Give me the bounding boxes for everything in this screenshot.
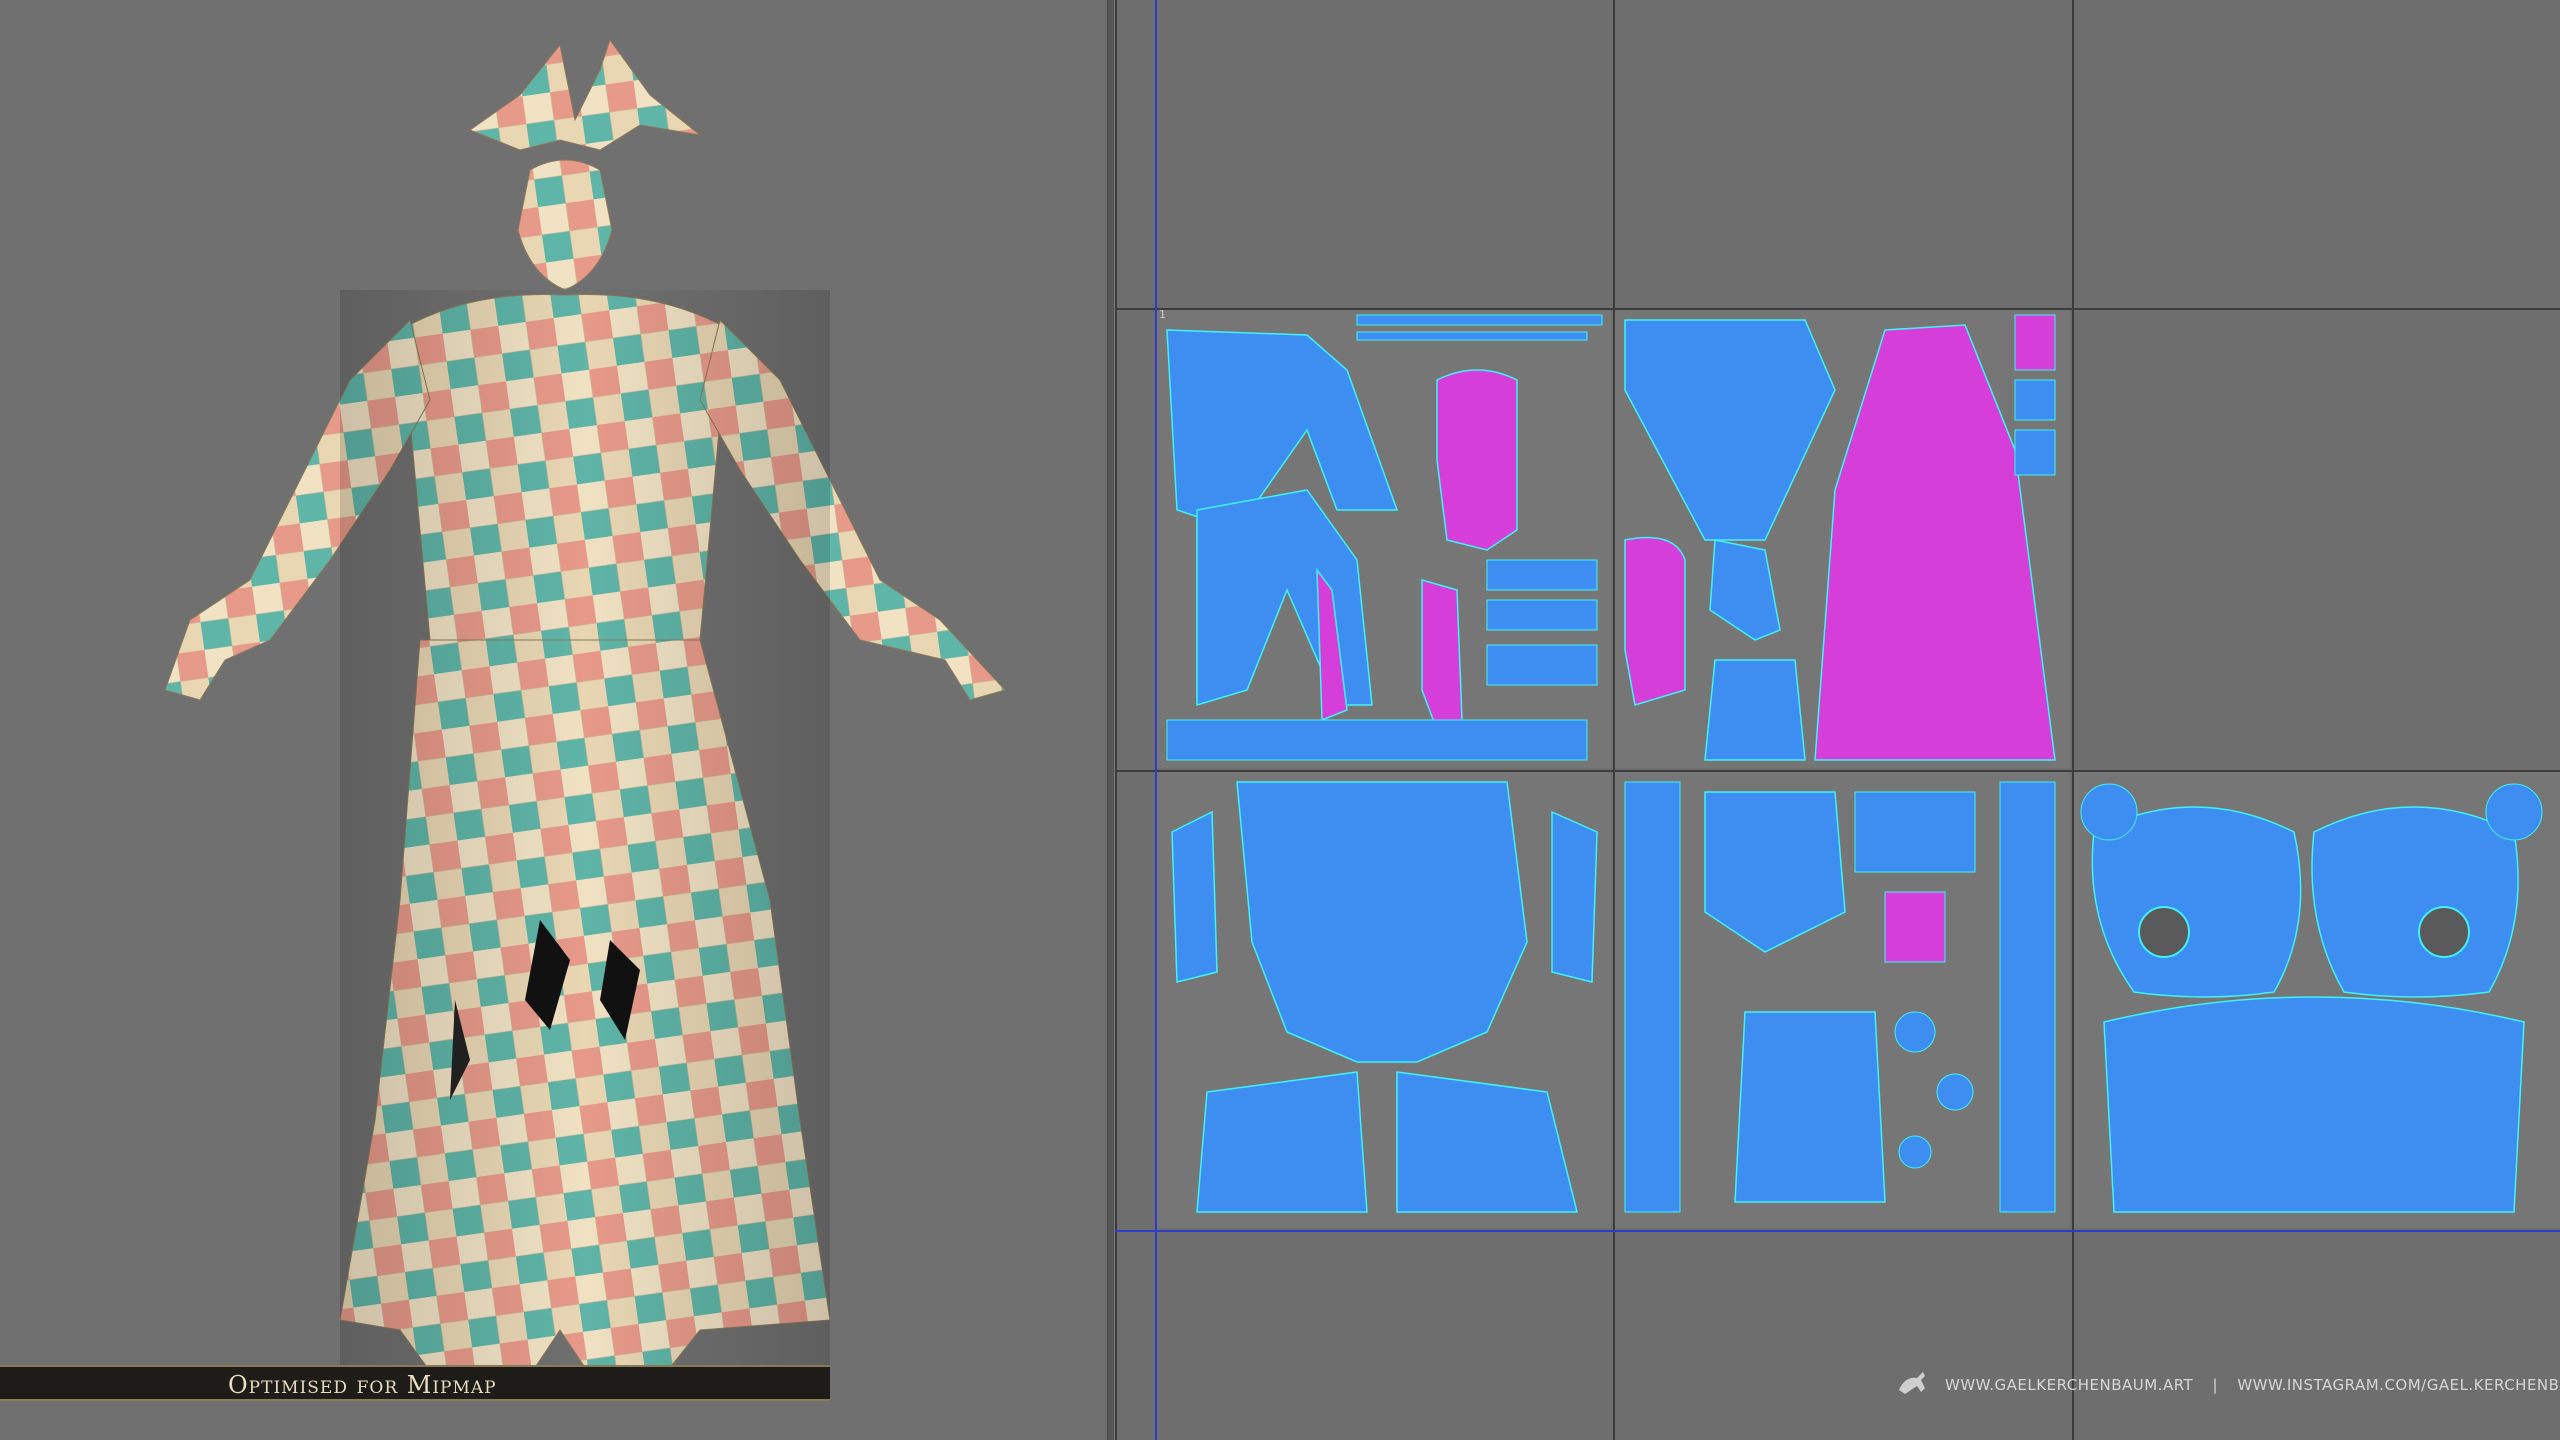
panel-splitter[interactable] — [1107, 0, 1115, 1440]
credits-footer: WWW.GAELKERCHENBAUM.ART | WWW.INSTAGRAM.… — [1945, 1376, 2560, 1394]
uv-tile-1011[interactable] — [1157, 772, 1611, 1228]
uv-axis-u — [1115, 1230, 2560, 1232]
mipmap-banner: Optimised for Mipmap — [0, 1365, 830, 1401]
banner-label: Optimised for Mipmap — [228, 1371, 497, 1399]
uv-editor[interactable]: 1 — [1115, 0, 2560, 1440]
helmet-crest — [468, 38, 702, 151]
uv-shells — [1171, 781, 1598, 1213]
tile-label: 1 — [1159, 310, 1166, 321]
head — [517, 159, 613, 291]
credits-separator: | — [2212, 1376, 2219, 1394]
uv-tile-1012[interactable] — [1615, 772, 2070, 1228]
uv-tile-1013[interactable] — [2074, 772, 2560, 1228]
instagram-link[interactable]: WWW.INSTAGRAM.COM/GAEL.KERCHENBAUM — [2237, 1376, 2560, 1394]
grid-line — [1115, 0, 1117, 1440]
uv-tile-1002[interactable] — [1615, 310, 2070, 768]
uv-shells — [1166, 314, 1603, 761]
uv-tile-1001[interactable]: 1 — [1157, 310, 1611, 768]
uv-shells — [1624, 314, 2056, 761]
uv-shells — [2080, 783, 2543, 1213]
character-model — [164, 38, 1006, 1391]
uv-shells — [1624, 781, 2056, 1213]
3d-viewport[interactable]: Optimised for Mipmap — [0, 0, 1107, 1440]
website-link[interactable]: WWW.GAELKERCHENBAUM.ART — [1945, 1376, 2193, 1394]
dinosaur-logo-icon — [1899, 1372, 1925, 1394]
